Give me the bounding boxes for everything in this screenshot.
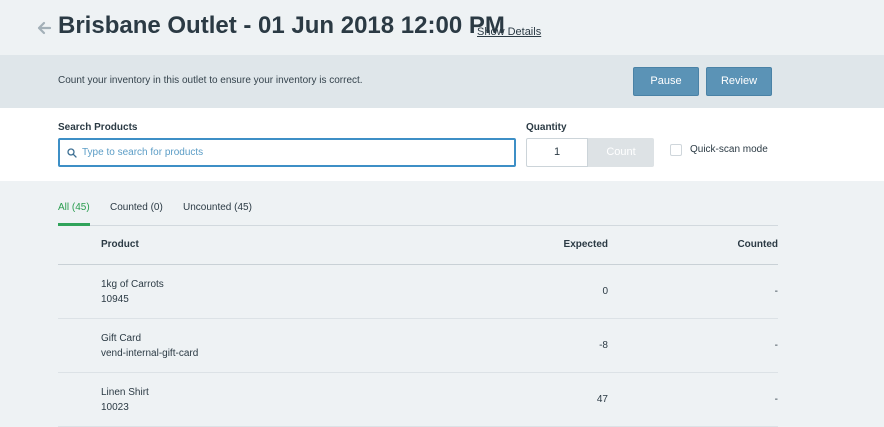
column-header-expected: Expected	[563, 239, 608, 250]
product-name: Linen Shirt	[101, 387, 149, 398]
table-row[interactable]: Linen Shirt 10023 47 -	[58, 373, 778, 427]
expected-value: 0	[602, 286, 608, 297]
quantity-input[interactable]: 1	[526, 138, 588, 167]
table-row[interactable]: 1kg of Carrots 10945 0 -	[58, 265, 778, 319]
page-title: Brisbane Outlet - 01 Jun 2018 12:00 PM	[58, 12, 505, 39]
expected-value: -8	[599, 340, 608, 351]
tab-all[interactable]: All (45)	[58, 202, 90, 226]
product-sku: vend-internal-gift-card	[101, 348, 199, 359]
column-header-product: Product	[101, 239, 139, 250]
search-panel: Search Products Quantity 1 Count Quick-s…	[0, 108, 884, 181]
search-box[interactable]	[58, 138, 516, 167]
top-bar: Brisbane Outlet - 01 Jun 2018 12:00 PM S…	[0, 0, 884, 55]
info-text: Count your inventory in this outlet to e…	[58, 75, 363, 86]
filter-tabs: All (45) Counted (0) Uncounted (45)	[58, 202, 778, 226]
product-name: 1kg of Carrots	[101, 279, 164, 290]
tab-counted[interactable]: Counted (0)	[110, 202, 163, 225]
product-sku: 10023	[101, 402, 129, 413]
pause-button[interactable]: Pause	[633, 67, 699, 96]
show-details-link[interactable]: Show Details	[477, 26, 541, 38]
table-row[interactable]: Gift Card vend-internal-gift-card -8 -	[58, 319, 778, 373]
quantity-label: Quantity	[526, 122, 567, 133]
table-header: Product Expected Counted	[58, 225, 778, 265]
review-button[interactable]: Review	[706, 67, 772, 96]
search-icon	[67, 148, 77, 158]
quick-scan-label: Quick-scan mode	[690, 144, 768, 155]
inventory-table: Product Expected Counted 1kg of Carrots …	[58, 225, 778, 427]
counted-value: -	[774, 394, 778, 405]
expected-value: 47	[596, 394, 608, 405]
back-arrow-icon[interactable]	[36, 20, 52, 36]
search-products-label: Search Products	[58, 122, 138, 133]
quick-scan-checkbox[interactable]	[670, 144, 682, 156]
count-button[interactable]: Count	[588, 138, 654, 167]
product-name: Gift Card	[101, 333, 142, 344]
tab-uncounted[interactable]: Uncounted (45)	[183, 202, 252, 225]
info-bar: Count your inventory in this outlet to e…	[0, 55, 884, 108]
column-header-counted: Counted	[737, 239, 778, 250]
counted-value: -	[774, 286, 778, 297]
counted-value: -	[774, 340, 778, 351]
search-input[interactable]	[82, 140, 502, 165]
product-sku: 10945	[101, 294, 129, 305]
